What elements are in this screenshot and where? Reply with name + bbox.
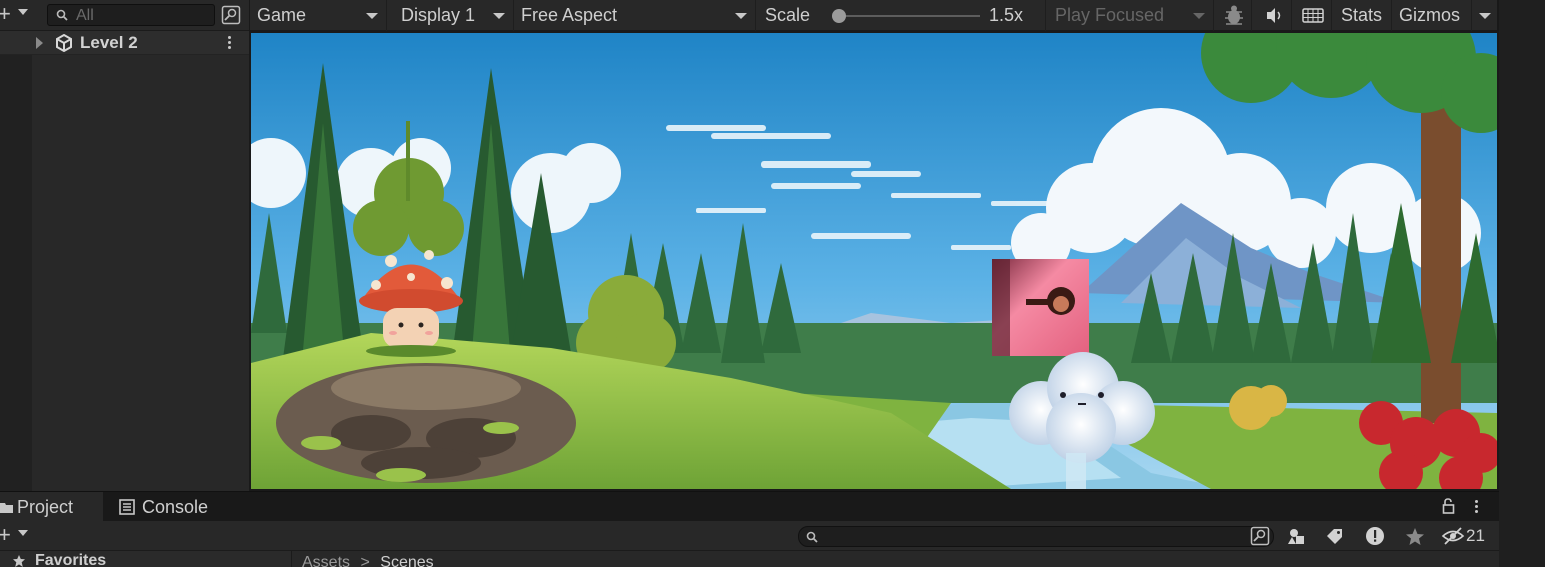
player-sprite xyxy=(992,259,1089,356)
bug-icon xyxy=(1225,5,1243,25)
chevron-down-icon xyxy=(493,13,505,19)
hierarchy-search-input[interactable]: All xyxy=(47,4,215,26)
shapes-icon xyxy=(1288,529,1304,544)
breadcrumb-assets[interactable]: Assets xyxy=(302,554,350,567)
lock-button[interactable] xyxy=(1442,498,1456,514)
more-options-icon[interactable] xyxy=(224,34,234,52)
search-icon xyxy=(806,531,818,543)
play-mode-select[interactable]: Play Focused xyxy=(1048,0,1214,31)
create-asset-button[interactable]: + xyxy=(0,522,34,547)
scene-search-icon xyxy=(1250,526,1270,546)
hidden-packages-toggle[interactable]: 21 xyxy=(1441,525,1491,547)
filter-by-type-button[interactable] xyxy=(1285,525,1309,547)
game-view xyxy=(249,31,1499,491)
plus-icon: + xyxy=(0,522,11,547)
search-icon xyxy=(56,9,68,21)
hierarchy-toolbar: + All xyxy=(0,0,249,31)
folder-icon xyxy=(0,503,13,513)
favorites-section[interactable]: Favorites xyxy=(0,551,292,567)
game-render-canvas[interactable] xyxy=(251,33,1497,489)
breadcrumb: Assets > Scenes xyxy=(302,551,434,567)
error-filter-button[interactable] xyxy=(1363,525,1387,547)
stats-label: Stats xyxy=(1341,5,1383,25)
scale-slider-track[interactable] xyxy=(832,15,980,17)
project-search-input[interactable] xyxy=(798,526,1274,547)
chevron-down-icon xyxy=(18,9,28,15)
mute-audio-button[interactable] xyxy=(1254,0,1292,31)
play-mode-label: Play Focused xyxy=(1055,5,1165,25)
view-select-label: Game xyxy=(257,5,307,25)
hierarchy-add-button[interactable]: + xyxy=(0,1,34,26)
eye-slash-icon xyxy=(1441,527,1465,545)
keyboard-icon xyxy=(1302,8,1324,23)
debug-button[interactable] xyxy=(1216,0,1252,31)
speaker-icon xyxy=(1267,8,1281,23)
scale-slider-handle[interactable] xyxy=(832,9,847,23)
project-toolbar: + 21 xyxy=(0,521,1499,551)
hierarchy-tree: Level 2 xyxy=(0,31,249,491)
stats-button[interactable]: Stats xyxy=(1334,0,1392,31)
favorites-label: Favorites xyxy=(35,552,107,567)
scale-value: 1.5x xyxy=(989,5,1024,25)
breadcrumb-separator-icon: > xyxy=(360,554,370,567)
scale-control: Scale 1.5x xyxy=(758,0,1046,31)
breadcrumb-scenes[interactable]: Scenes xyxy=(380,554,433,567)
gizmos-label: Gizmos xyxy=(1399,5,1461,25)
display-select[interactable]: Display 1 xyxy=(394,0,514,31)
aspect-select[interactable]: Free Aspect xyxy=(514,0,756,31)
hierarchy-item-label: Level 2 xyxy=(80,33,138,52)
plus-icon: + xyxy=(0,1,11,26)
console-icon xyxy=(119,499,135,515)
tab-console[interactable]: Console xyxy=(105,492,225,522)
chevron-down-icon xyxy=(366,13,378,19)
star-icon xyxy=(13,555,25,567)
unity-cube-icon xyxy=(56,34,72,52)
shortcuts-button[interactable] xyxy=(1294,0,1332,31)
chevron-down-icon xyxy=(735,13,747,19)
tab-project-label: Project xyxy=(17,497,74,517)
search-by-type-button[interactable] xyxy=(1248,525,1272,547)
display-select-label: Display 1 xyxy=(401,5,476,25)
gizmos-button[interactable]: Gizmos xyxy=(1392,0,1472,31)
game-view-toolbar: Game Display 1 Free Aspect Scale 1.5x Pl… xyxy=(250,0,1497,31)
tab-project[interactable]: Project xyxy=(0,492,103,522)
chevron-down-icon xyxy=(18,530,28,536)
view-select[interactable]: Game xyxy=(250,0,387,31)
tab-console-label: Console xyxy=(142,497,209,517)
hierarchy-item-level-2[interactable]: Level 2 xyxy=(0,31,249,55)
hidden-count: 21 xyxy=(1466,526,1485,545)
scene-search-button[interactable] xyxy=(220,4,242,26)
tag-icon xyxy=(1327,529,1342,544)
gizmos-dropdown[interactable] xyxy=(1472,0,1497,31)
game-scene-image xyxy=(251,33,1497,489)
lock-icon xyxy=(1442,498,1455,514)
favorite-button[interactable] xyxy=(1403,525,1427,547)
chevron-down-icon xyxy=(1193,13,1205,19)
more-options-icon[interactable] xyxy=(1471,498,1481,516)
chevron-down-icon xyxy=(1479,13,1491,19)
aspect-select-label: Free Aspect xyxy=(521,5,618,25)
scene-search-icon xyxy=(221,5,241,25)
expand-arrow-icon[interactable] xyxy=(36,37,43,49)
exclamation-circle-icon xyxy=(1366,527,1384,545)
right-edge-panel xyxy=(1499,0,1545,567)
search-placeholder: All xyxy=(76,7,94,24)
bottom-tab-bar: Project Console xyxy=(0,491,1499,522)
star-icon xyxy=(1406,528,1424,545)
filter-by-label-button[interactable] xyxy=(1323,525,1347,547)
scale-label: Scale xyxy=(765,5,811,25)
hierarchy-panel: + All Level 2 xyxy=(0,0,249,491)
